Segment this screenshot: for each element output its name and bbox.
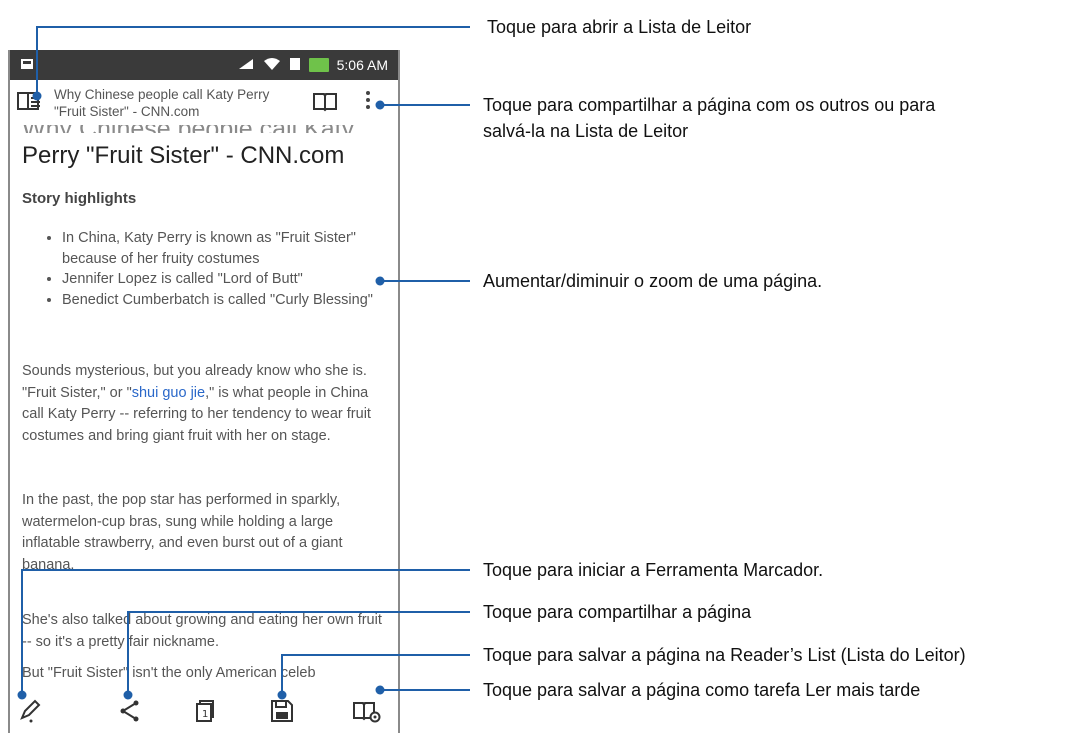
save-icon <box>271 700 293 722</box>
overflow-menu-button[interactable] <box>362 88 374 116</box>
article-paragraph: Sounds mysterious, but you already know … <box>22 363 371 444</box>
callout-read-later: Toque para salvar a página como tarefa L… <box>483 680 921 700</box>
article-headline: Perry "Fruit Sister" - CNN.com <box>22 142 345 169</box>
save-button[interactable] <box>268 698 296 724</box>
status-time: 5:06 AM <box>336 57 388 73</box>
callout-share-menu-line1: Toque para compartilhar a página com os … <box>483 95 936 115</box>
article-paragraph: She's also talked about growing and eati… <box>22 612 382 650</box>
phone-screen: 5:06 AM Why Chinese people call Katy Per… <box>8 50 400 733</box>
download-icon <box>289 57 301 74</box>
marker-icon <box>20 699 41 723</box>
read-later-button[interactable] <box>352 698 381 724</box>
highlights-list: In China, Katy Perry is known as "Fruit … <box>22 228 382 310</box>
callout-save: Toque para salvar a página na Reader’s L… <box>483 645 966 665</box>
callout-zoom: Aumentar/diminuir o zoom de uma página. <box>483 271 823 291</box>
wifi-icon <box>263 57 281 74</box>
book-icon <box>313 93 337 112</box>
marker-button[interactable] <box>18 698 46 724</box>
reader-list-button[interactable] <box>16 90 42 112</box>
callout-share: Toque para compartilhar a página <box>483 602 752 622</box>
list-item: In China, Katy Perry is known as "Fruit … <box>62 228 382 269</box>
article-paragraph: But "Fruit Sister" isn't the only Americ… <box>22 665 316 681</box>
nfc-signal-icon <box>237 57 255 74</box>
callout-share-menu-line2: salvá-la na Lista de Leitor <box>483 121 689 141</box>
notification-icon <box>20 58 34 73</box>
copy-button[interactable]: 1 <box>190 698 218 724</box>
scrolled-title-fragment: Why Chinese people call Katy <box>22 125 354 133</box>
list-item: Jennifer Lopez is called "Lord of Butt" <box>62 269 382 290</box>
reading-mode-button[interactable] <box>312 90 338 112</box>
status-bar: 5:06 AM <box>10 50 398 80</box>
article-paragraph: In the past, the pop star has performed … <box>22 492 343 573</box>
list-item: Benedict Cumberbatch is called "Curly Bl… <box>62 290 382 311</box>
share-button[interactable] <box>116 698 144 724</box>
story-highlights-heading: Story highlights <box>22 190 137 207</box>
article-content[interactable]: Why Chinese people call Katy Perry "Frui… <box>10 125 398 690</box>
copy-icon: 1 <box>196 700 214 722</box>
overflow-menu-icon <box>366 91 370 95</box>
callout-reader-list: Toque para abrir a Lista de Leitor <box>487 17 752 37</box>
share-icon <box>120 700 139 722</box>
read-later-icon <box>353 702 381 723</box>
page-title: Why Chinese people call Katy Perry "Frui… <box>54 87 270 119</box>
battery-icon <box>308 58 329 72</box>
shui-guo-jie-link[interactable]: shui guo jie <box>132 385 205 401</box>
svg-text:1: 1 <box>202 709 208 720</box>
bottom-toolbar: 1 <box>10 690 398 733</box>
callout-marker: Toque para iniciar a Ferramenta Marcador… <box>483 560 824 580</box>
app-bar: Why Chinese people call Katy Perry "Frui… <box>10 80 398 125</box>
reader-list-icon <box>17 92 40 110</box>
